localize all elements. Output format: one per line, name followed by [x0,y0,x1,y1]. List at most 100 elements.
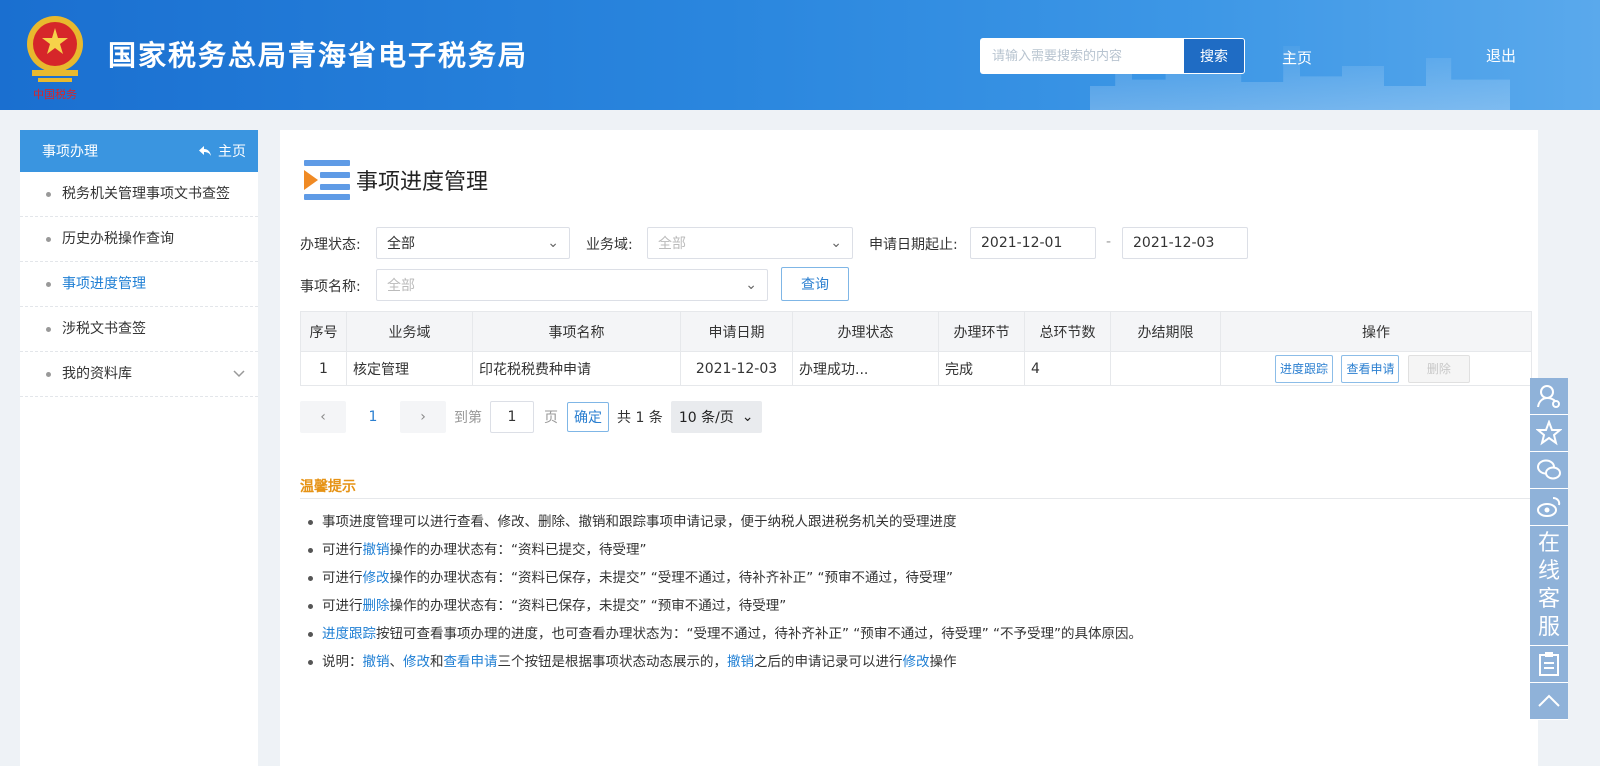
cs-char: 在 [1537,530,1560,556]
tip-item: 进度跟踪按钮可查看事项办理的进度，也可查看办理状态为：“受理不通过，待补齐补正”… [304,624,1142,652]
tips-title: 温馨提示 [300,479,356,495]
total-count: 共 1 条 [617,410,663,426]
query-button[interactable]: 查询 [781,267,849,301]
track-progress-button[interactable]: 进度跟踪 [1275,354,1334,383]
cs-char: 客 [1537,586,1560,612]
tip-text: 操作的办理状态有：“资料已保存，未提交” “受理不通过，待补齐补正” “预审不通… [389,570,954,586]
tip-text: 按钮可查看事项办理的进度，也可查看办理状态为：“受理不通过，待补齐补正” “预审… [376,626,1143,642]
cell-name: 印花税税费种申请 [472,351,681,386]
tax-emblem-logo[interactable]: 中国税务 [20,10,90,102]
cell-deadline [1110,351,1221,386]
table-row: 1 核定管理 印花税税费种申请 2021-12-03 办理成功... 完成 4 … [300,351,1532,386]
sidebar-heading: 事项办理 [42,144,98,160]
main-panel: 事项进度管理 办理状态: 全部 ⌄ 业务域: 全部 ⌄ 申请日期起止: 2021… [280,130,1538,766]
tip-text: 可进行 [322,542,363,558]
reply-arrow-icon [199,146,211,156]
page-label: 页 [544,410,558,426]
table-header-row: 序号 业务域 事项名称 申请日期 办理状态 办理环节 总环节数 办结期限 操作 [300,311,1532,352]
sidebar-home-link[interactable]: 主页 [198,141,246,161]
goto-page-input[interactable]: 1 [490,401,534,433]
column-header: 操作 [1220,311,1532,352]
tip-keyword: 删除 [362,598,390,614]
floating-toolbar: 在 线 客 服 [1530,378,1568,720]
tip-text: 操作的办理状态有：“资料已提交，待受理” [389,542,647,558]
sidebar-item-label: 历史办税操作查询 [62,231,174,247]
user-icon[interactable] [1530,378,1568,415]
tip-item: 可进行修改操作的办理状态有：“资料已保存，未提交” “受理不通过，待补齐补正” … [304,568,1142,596]
nav-home-link[interactable]: 主页 [1282,47,1312,68]
item-name-select[interactable]: 全部 ⌄ [376,269,768,301]
next-page-button[interactable]: › [400,401,446,433]
online-customer-service-button[interactable]: 在 线 客 服 [1530,526,1568,646]
cell-status: 办理成功... [792,351,939,386]
tip-keyword: 查看申请 [443,654,498,670]
star-icon[interactable] [1530,415,1568,452]
prev-page-button[interactable]: ‹ [300,401,346,433]
column-header: 办结期限 [1110,311,1221,352]
sidebar-item-tax-documents[interactable]: 涉税文书查签 [20,307,258,352]
tip-keyword: 撤销 [362,542,390,558]
tip-item: 说明：撤销、修改和查看申请三个按钮是根据事项状态动态展示的，撤销之后的申请记录可… [304,652,1142,680]
tip-text: 可进行 [322,570,363,586]
site-title: 国家税务总局青海省电子税务局 [108,39,529,72]
view-application-button[interactable]: 查看申请 [1341,354,1400,383]
sidebar-home-label: 主页 [218,144,246,160]
chevron-down-icon [233,370,245,378]
domain-select[interactable]: 全部 ⌄ [647,227,853,259]
top-header: 中国税务 国家税务总局青海省电子税务局 搜索 主页 退出 [0,0,1600,110]
cell-index: 1 [300,351,347,386]
sidebar-item-label: 我的资料库 [62,366,132,382]
cell-stage: 完成 [938,351,1025,386]
column-header: 总环节数 [1024,311,1111,352]
tips-list: 事项进度管理可以进行查看、修改、删除、撤销和跟踪事项申请记录，便于纳税人跟进税务… [304,512,1142,680]
domain-filter-label: 业务域: [586,237,633,253]
date-to-input[interactable]: 2021-12-03 [1122,227,1248,259]
tip-text: 说明： [322,654,363,670]
emblem-text: 中国税务 [33,87,77,101]
tip-keyword: 修改 [902,654,930,670]
back-to-top-icon[interactable] [1530,683,1568,720]
date-range-label: 申请日期起止: [869,237,958,253]
sidebar: 事项办理 主页 税务机关管理事项文书查签 历史办税操作查询 事项进度管理 涉税文… [20,130,258,766]
sidebar-item-document-signing[interactable]: 税务机关管理事项文书查签 [20,172,258,217]
page-size-select[interactable]: 10 条/页 ⌄ [670,401,762,433]
sidebar-item-label: 涉税文书查签 [62,321,146,337]
clipboard-icon[interactable] [1530,646,1568,683]
sidebar-item-label: 税务机关管理事项文书查签 [62,186,230,202]
cell-total-stages: 4 [1024,351,1111,386]
tip-item: 可进行删除操作的办理状态有：“资料已保存，未提交” “预审不通过，待受理” [304,596,1142,624]
tip-item: 事项进度管理可以进行查看、修改、删除、撤销和跟踪事项申请记录，便于纳税人跟进税务… [304,512,1142,540]
sidebar-header: 事项办理 主页 [20,130,258,172]
logout-link[interactable]: 退出 [1486,45,1516,66]
delete-button[interactable]: 删除 [1407,354,1470,383]
wechat-icon[interactable] [1530,452,1568,489]
column-header: 序号 [300,311,347,352]
pagination: ‹ 1 › 到第 1 页 确定 共 1 条 10 条/页 ⌄ [300,401,762,433]
date-separator: - [1106,234,1112,250]
weibo-icon[interactable] [1530,489,1568,526]
cs-char: 服 [1537,614,1560,640]
search-button[interactable]: 搜索 [1183,38,1245,74]
sidebar-item-progress-management[interactable]: 事项进度管理 [20,262,258,307]
progress-table: 序号 业务域 事项名称 申请日期 办理状态 办理环节 总环节数 办结期限 操作 … [300,311,1532,386]
tip-text: 事项进度管理可以进行查看、修改、删除、撤销和跟踪事项申请记录，便于纳税人跟进税务… [322,514,957,530]
date-from-input[interactable]: 2021-12-01 [970,227,1096,259]
list-play-icon [304,160,350,200]
search-input[interactable] [980,38,1183,74]
tip-text: 三个按钮是根据事项状态动态展示的， [497,654,728,670]
column-header: 办理状态 [792,311,939,352]
item-name-filter-label: 事项名称: [300,279,361,295]
chevron-down-icon: ⌄ [547,235,559,251]
tip-text: 可进行 [322,598,363,614]
chevron-down-icon: ⌄ [741,409,754,425]
cell-actions: 进度跟踪 查看申请 删除 [1220,351,1532,386]
tip-text: 操作的办理状态有：“资料已保存，未提交” “预审不通过，待受理” [389,598,787,614]
tip-text: 、 [389,654,404,670]
current-page[interactable]: 1 [346,409,400,425]
column-header: 事项名称 [472,311,681,352]
status-select[interactable]: 全部 ⌄ [376,227,570,259]
page-title-row: 事项进度管理 [302,158,488,202]
sidebar-item-history-query[interactable]: 历史办税操作查询 [20,217,258,262]
sidebar-item-my-library[interactable]: 我的资料库 [20,352,258,397]
goto-confirm-button[interactable]: 确定 [567,402,609,432]
